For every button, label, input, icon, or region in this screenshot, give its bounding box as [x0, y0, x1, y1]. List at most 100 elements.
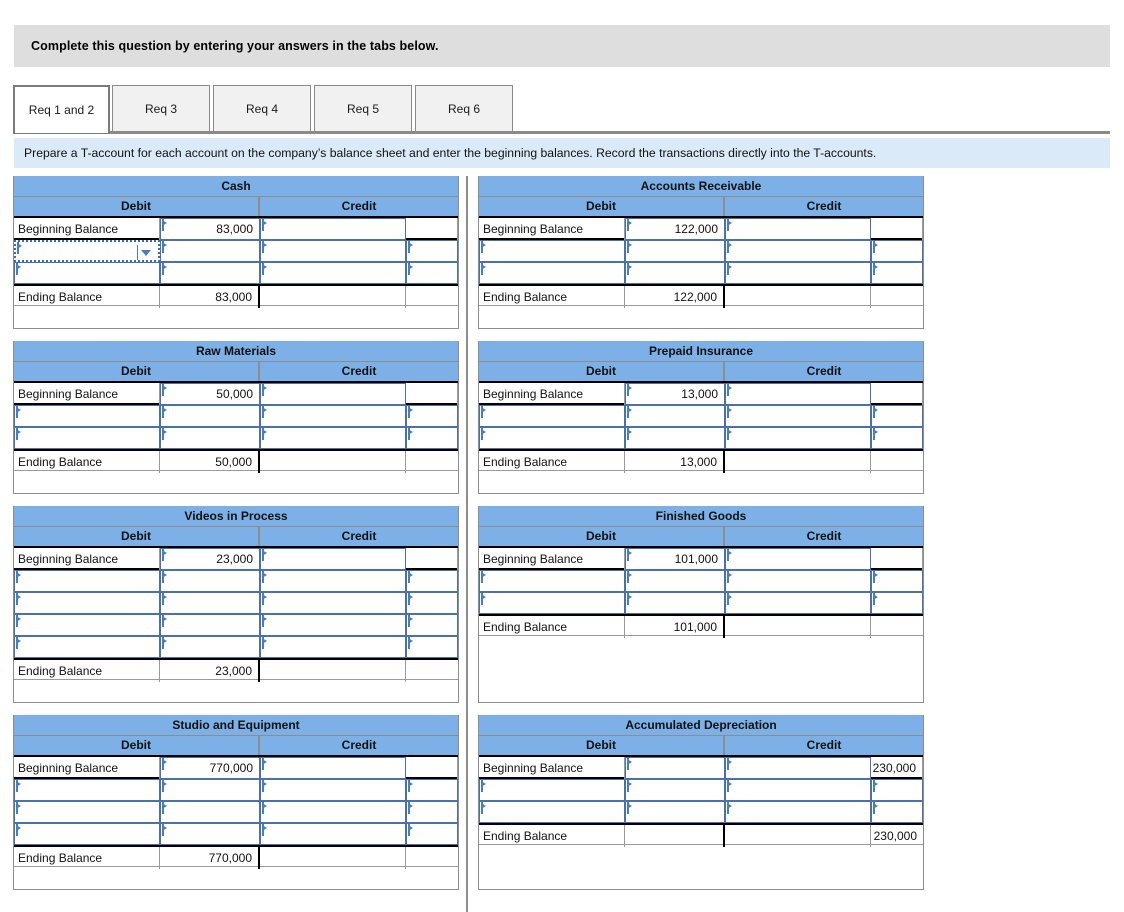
- entry-description-input[interactable]: [479, 570, 625, 592]
- beginning-balance-debit[interactable]: 13,000: [625, 383, 725, 405]
- entry-description-input[interactable]: [479, 427, 625, 449]
- entry-credit-description-input[interactable]: [260, 570, 406, 592]
- entry-debit-input[interactable]: [625, 779, 725, 801]
- entry-debit-input[interactable]: [160, 240, 260, 262]
- entry-debit-input[interactable]: [160, 427, 260, 449]
- entry-credit-description-input[interactable]: [260, 240, 406, 262]
- beginning-balance-credit-label[interactable]: [725, 218, 871, 240]
- entry-credit-input[interactable]: [406, 823, 458, 845]
- entry-debit-input[interactable]: [625, 592, 725, 614]
- entry-credit-input[interactable]: [406, 240, 458, 262]
- entry-description-input[interactable]: [14, 262, 160, 284]
- entry-credit-description-input[interactable]: [260, 427, 406, 449]
- entry-credit-input[interactable]: [871, 405, 923, 427]
- entry-credit-description-input[interactable]: [725, 779, 871, 801]
- entry-credit-input[interactable]: [871, 592, 923, 614]
- entry-debit-input[interactable]: [625, 240, 725, 262]
- entry-credit-description-input[interactable]: [725, 592, 871, 614]
- entry-debit-input[interactable]: [160, 779, 260, 801]
- entry-description-input[interactable]: [479, 240, 625, 262]
- entry-debit-input[interactable]: [160, 636, 260, 658]
- entry-credit-description-input[interactable]: [260, 262, 406, 284]
- entry-credit-input[interactable]: [871, 427, 923, 449]
- beginning-balance-debit[interactable]: 50,000: [160, 383, 260, 405]
- entry-description-input[interactable]: [14, 801, 160, 823]
- beginning-balance-credit-label[interactable]: [260, 218, 406, 240]
- tab-req-4[interactable]: Req 4: [213, 85, 311, 132]
- entry-description-input[interactable]: [479, 405, 625, 427]
- entry-description-input[interactable]: [14, 636, 160, 658]
- entry-debit-input[interactable]: [160, 570, 260, 592]
- beginning-balance-credit-label[interactable]: [725, 383, 871, 405]
- entry-debit-input[interactable]: [625, 405, 725, 427]
- entry-description-input[interactable]: [14, 779, 160, 801]
- beginning-balance-credit-label[interactable]: [260, 757, 406, 779]
- entry-description-input[interactable]: [14, 570, 160, 592]
- entry-description-input[interactable]: [479, 801, 625, 823]
- entry-credit-description-input[interactable]: [725, 262, 871, 284]
- entry-debit-input[interactable]: [625, 570, 725, 592]
- entry-credit-input[interactable]: [871, 570, 923, 592]
- beginning-balance-credit-label[interactable]: [725, 757, 871, 779]
- entry-credit-description-input[interactable]: [725, 240, 871, 262]
- tab-req-1-and-2[interactable]: Req 1 and 2: [13, 85, 110, 134]
- entry-credit-input[interactable]: [871, 801, 923, 823]
- entry-description-input[interactable]: [14, 240, 160, 262]
- tab-req-6[interactable]: Req 6: [415, 85, 513, 132]
- beginning-balance-debit[interactable]: 101,000: [625, 548, 725, 570]
- entry-debit-input[interactable]: [625, 801, 725, 823]
- tab-req-5[interactable]: Req 5: [314, 85, 412, 132]
- entry-description-input[interactable]: [479, 779, 625, 801]
- entry-debit-input[interactable]: [160, 823, 260, 845]
- entry-credit-input[interactable]: [406, 592, 458, 614]
- entry-credit-input[interactable]: [871, 262, 923, 284]
- entry-description-input[interactable]: [14, 592, 160, 614]
- entry-debit-input[interactable]: [160, 405, 260, 427]
- entry-debit-input[interactable]: [160, 801, 260, 823]
- beginning-balance-credit-label[interactable]: [260, 548, 406, 570]
- entry-credit-input[interactable]: [406, 405, 458, 427]
- entry-description-input[interactable]: [14, 614, 160, 636]
- beginning-balance-credit-label[interactable]: [725, 548, 871, 570]
- entry-credit-input[interactable]: [871, 240, 923, 262]
- beginning-balance-debit[interactable]: 83,000: [160, 218, 260, 240]
- entry-credit-description-input[interactable]: [260, 636, 406, 658]
- entry-credit-description-input[interactable]: [260, 592, 406, 614]
- beginning-balance-debit[interactable]: [625, 757, 725, 779]
- entry-credit-description-input[interactable]: [725, 427, 871, 449]
- entry-description-input[interactable]: [479, 592, 625, 614]
- entry-debit-input[interactable]: [160, 592, 260, 614]
- tab-req-3[interactable]: Req 3: [112, 85, 210, 132]
- entry-credit-input[interactable]: [406, 262, 458, 284]
- entry-credit-input[interactable]: [406, 636, 458, 658]
- beginning-balance-debit[interactable]: 770,000: [160, 757, 260, 779]
- entry-credit-description-input[interactable]: [260, 823, 406, 845]
- entry-description-input[interactable]: [14, 823, 160, 845]
- entry-credit-description-input[interactable]: [260, 405, 406, 427]
- entry-credit-description-input[interactable]: [725, 801, 871, 823]
- entry-description-input[interactable]: [14, 405, 160, 427]
- beginning-balance-credit-label[interactable]: [260, 383, 406, 405]
- entry-credit-description-input[interactable]: [260, 779, 406, 801]
- entry-credit-input[interactable]: [406, 779, 458, 801]
- beginning-balance-debit[interactable]: 23,000: [160, 548, 260, 570]
- entry-description-input[interactable]: [479, 262, 625, 284]
- beginning-balance-label-value: Beginning Balance: [483, 761, 584, 775]
- entry-credit-description-input[interactable]: [725, 405, 871, 427]
- entry-credit-input[interactable]: [406, 614, 458, 636]
- cell-marker-icon: [162, 384, 167, 396]
- entry-debit-input[interactable]: [625, 427, 725, 449]
- entry-credit-input[interactable]: [406, 801, 458, 823]
- chevron-down-icon[interactable]: [137, 245, 154, 260]
- entry-credit-description-input[interactable]: [260, 801, 406, 823]
- entry-credit-description-input[interactable]: [725, 570, 871, 592]
- entry-description-input[interactable]: [14, 427, 160, 449]
- entry-debit-input[interactable]: [160, 262, 260, 284]
- entry-debit-input[interactable]: [625, 262, 725, 284]
- entry-debit-input[interactable]: [160, 614, 260, 636]
- entry-credit-input[interactable]: [406, 570, 458, 592]
- entry-credit-input[interactable]: [406, 427, 458, 449]
- beginning-balance-debit[interactable]: 122,000: [625, 218, 725, 240]
- entry-credit-description-input[interactable]: [260, 614, 406, 636]
- entry-credit-input[interactable]: [871, 779, 923, 801]
